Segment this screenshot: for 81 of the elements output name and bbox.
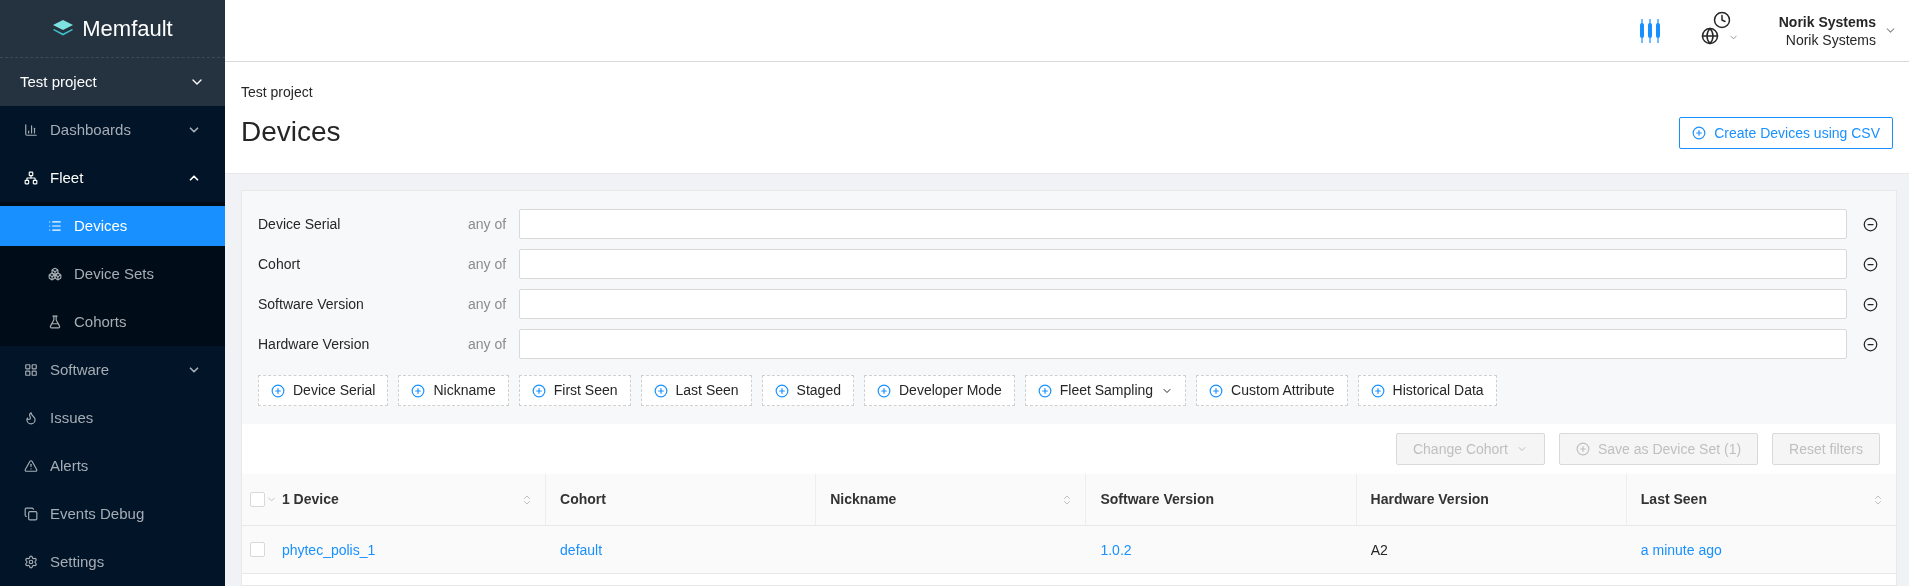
filter-operator: any of <box>468 254 508 274</box>
chart-icon <box>24 123 38 137</box>
column-header[interactable]: Nickname <box>815 474 1086 525</box>
nav-item[interactable]: Settings <box>0 538 225 586</box>
filter-input[interactable] <box>519 329 1847 359</box>
network-icon <box>24 171 38 185</box>
remove-icon[interactable] <box>1863 216 1878 232</box>
nav-subitem[interactable]: Cohorts <box>0 302 225 342</box>
table-cell: A2 <box>1370 541 1388 558</box>
plus-icon <box>653 383 668 398</box>
gear-icon <box>24 555 38 569</box>
filter-label: Hardware Version <box>258 334 371 354</box>
row-checkbox[interactable] <box>250 542 265 557</box>
add-filter-button[interactable]: Device Serial <box>258 375 389 406</box>
breadcrumb[interactable]: Test project <box>241 82 341 103</box>
add-filter-button[interactable]: Historical Data <box>1357 375 1497 406</box>
nav-item[interactable]: Fleet <box>0 154 225 202</box>
plus-icon <box>1575 442 1590 456</box>
column-label: Nickname <box>830 490 897 509</box>
logo-icon <box>52 19 75 38</box>
plus-icon <box>877 383 891 398</box>
plus-icon <box>1692 126 1707 140</box>
nav-item[interactable]: Dashboards <box>0 106 225 154</box>
copy-icon <box>24 507 38 521</box>
filter-input[interactable] <box>519 209 1847 239</box>
add-filter-button[interactable]: Last Seen <box>640 375 752 406</box>
filter-input[interactable] <box>519 249 1847 279</box>
brand-name: Memfault <box>82 14 173 43</box>
column-header[interactable]: Software Version <box>1085 474 1356 525</box>
add-filter-button[interactable]: Fleet Sampling <box>1024 375 1187 406</box>
add-filter-button[interactable]: Nickname <box>398 375 509 406</box>
select-all-checkbox[interactable] <box>250 492 265 507</box>
sort-icon[interactable] <box>1872 493 1884 506</box>
add-filter-button[interactable]: Custom Attribute <box>1196 375 1348 406</box>
grid-icon <box>24 363 38 377</box>
remove-icon[interactable] <box>1863 296 1878 312</box>
filter-input[interactable] <box>519 289 1847 319</box>
nav-item[interactable]: Alerts <box>0 442 225 490</box>
column-label: 1 Device <box>281 490 339 509</box>
project-selector[interactable]: Test project <box>0 57 225 106</box>
clock-icon <box>1712 10 1731 29</box>
filter-label: Software Version <box>258 294 365 314</box>
plus-icon <box>411 383 426 398</box>
nav-item[interactable]: Software <box>0 346 225 394</box>
filter-label: Device Serial <box>258 214 342 234</box>
add-filter-button[interactable]: First Seen <box>518 375 631 406</box>
plus-icon <box>774 383 789 398</box>
column-header[interactable]: Cohort <box>545 474 816 525</box>
triangle-icon <box>24 459 38 473</box>
column-header[interactable]: Hardware Version <box>1355 474 1626 525</box>
add-filter-button[interactable]: Developer Mode <box>864 375 1015 406</box>
account-menu[interactable]: Norik Systems Norik Systems <box>1778 12 1897 49</box>
column-label: Cohort <box>560 490 606 509</box>
plus-icon <box>1209 383 1224 398</box>
nav-subitem[interactable]: Device Sets <box>0 254 225 294</box>
remove-icon[interactable] <box>1863 256 1878 272</box>
list-icon <box>48 219 62 233</box>
filter-operator: any of <box>468 214 508 234</box>
plus-icon <box>531 383 546 398</box>
filter-operator: any of <box>468 294 508 314</box>
nav-item[interactable]: Events Debug <box>0 490 225 538</box>
add-filter-button[interactable]: Staged <box>761 375 854 406</box>
column-label: Last Seen <box>1640 490 1707 509</box>
filter-operator: any of <box>468 334 508 354</box>
column-header[interactable]: Last Seen <box>1625 474 1896 525</box>
remove-icon[interactable] <box>1863 336 1878 352</box>
column-label: Software Version <box>1100 490 1214 509</box>
flask-icon <box>48 315 62 329</box>
blocks-icon <box>48 267 62 281</box>
filter-label: Cohort <box>258 254 302 274</box>
column-label: Hardware Version <box>1370 490 1489 509</box>
devices-icon[interactable] <box>1638 17 1661 44</box>
column-header[interactable]: 1 Device <box>281 474 546 525</box>
table-row[interactable]: phytec_polis_1 default 1.0.2 A2 a minute ago <box>242 526 1896 574</box>
globe-icon <box>1700 26 1719 45</box>
nav-item[interactable]: Issues <box>0 394 225 442</box>
flame-icon <box>24 411 38 425</box>
plus-icon <box>271 383 285 398</box>
plus-icon <box>1370 383 1385 398</box>
page-title: Devices <box>241 115 341 149</box>
plus-icon <box>1037 383 1052 398</box>
